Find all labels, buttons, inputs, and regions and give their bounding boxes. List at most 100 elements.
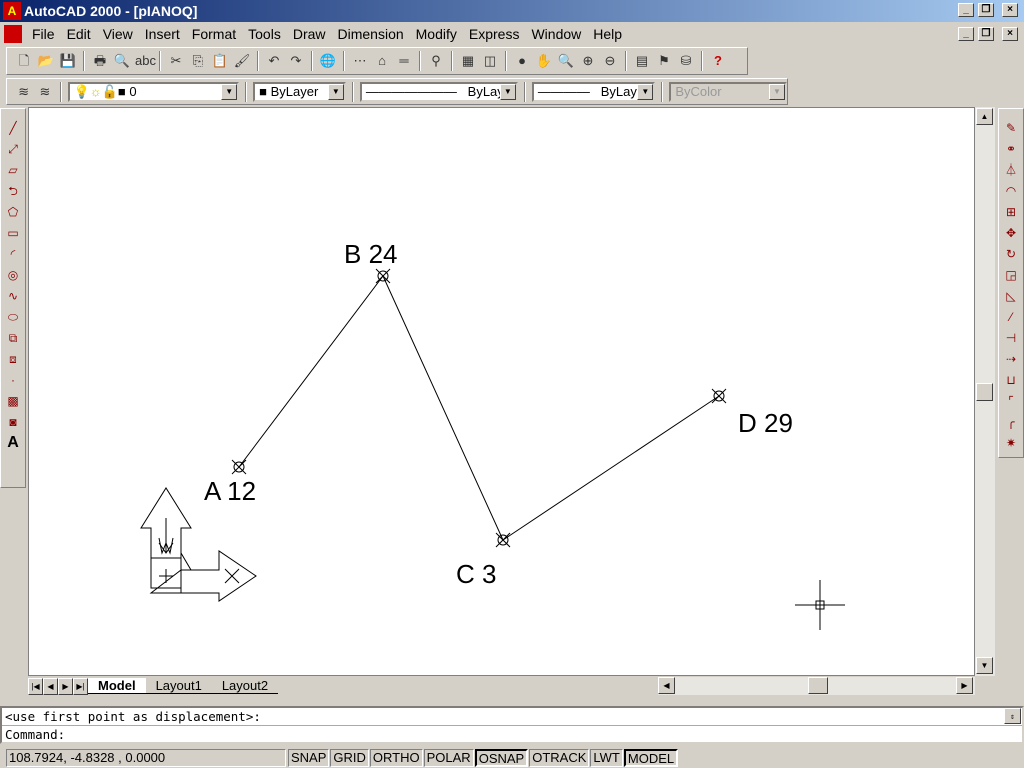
make-block-icon[interactable]: ⧈ [4,350,22,368]
undo-icon[interactable]: ↶ [265,52,283,70]
command-window[interactable]: <use first point as displacement>: Comma… [0,706,1024,744]
region-icon[interactable]: ◙ [4,413,22,431]
open-icon[interactable]: 📂 [37,52,55,70]
drawing-area[interactable]: A 12 B 24 C 3 D 29 [28,107,975,676]
scroll-down-button[interactable]: ▼ [976,657,993,674]
linetype-select[interactable]: ——————— ByLayer ▼ [359,81,518,102]
zoom-realtime-icon[interactable]: 🔍 [557,52,575,70]
line-icon[interactable]: ╱ [4,119,22,137]
layers-icon[interactable]: ≋ [15,83,32,101]
scroll-up-button[interactable]: ▲ [976,108,993,125]
next-tab-button[interactable]: ▶ [58,677,73,695]
move-icon[interactable]: ✥ [1002,224,1020,242]
copy-object-icon[interactable]: ⚭ [1002,140,1020,158]
tracking-icon[interactable]: ⋯ [351,52,369,70]
last-tab-button[interactable]: ▶| [73,677,88,695]
toggle-snap[interactable]: SNAP [288,749,330,767]
doc-minimize-button[interactable]: _ [958,27,974,41]
polygon-icon[interactable]: ⬠ [4,203,22,221]
menu-insert[interactable]: Insert [139,26,186,42]
scroll-left-button[interactable]: ◀ [658,677,675,694]
lineweight-select[interactable]: ———— ByLayer ▼ [531,81,656,102]
construction-line-icon[interactable]: ⤢ [4,140,22,158]
pan-icon[interactable]: ✋ [535,52,553,70]
paste-icon[interactable]: 📋 [211,52,229,70]
chevron-down-icon[interactable]: ▼ [499,83,516,100]
menu-draw[interactable]: Draw [287,26,332,42]
multiline-text-icon[interactable]: A [4,434,22,452]
erase-icon[interactable]: ✎ [1002,119,1020,137]
menu-dimension[interactable]: Dimension [332,26,410,42]
design-center-icon[interactable]: ⚑ [655,52,673,70]
horizontal-scroll-thumb[interactable] [808,677,828,694]
color-select[interactable]: ■ ByLayer ▼ [253,81,346,102]
rectangle-icon[interactable]: ▭ [4,224,22,242]
chevron-down-icon[interactable]: ▼ [637,83,654,100]
menu-edit[interactable]: Edit [61,26,97,42]
array-icon[interactable]: ⊞ [1002,203,1020,221]
menu-file[interactable]: File [26,26,61,42]
insert-block-icon[interactable]: ⌂ [373,52,391,70]
copy-icon[interactable]: ⎘ [189,52,207,70]
cut-icon[interactable]: ✂ [167,52,185,70]
viewports-icon[interactable]: ▦ [459,52,477,70]
extend-icon[interactable]: ⇢ [1002,350,1020,368]
toggle-ortho[interactable]: ORTHO [369,749,423,767]
chevron-down-icon[interactable]: ▼ [221,83,238,100]
polyline[interactable] [238,275,720,541]
node-point[interactable] [711,388,727,404]
redraw-icon[interactable]: ◫ [481,52,499,70]
dbconnect-icon[interactable]: ⛁ [677,52,695,70]
toggle-polar[interactable]: POLAR [423,749,474,767]
fillet-icon[interactable]: ╭ [1002,413,1020,431]
document-icon[interactable] [4,25,22,43]
menu-express[interactable]: Express [463,26,526,42]
break-icon[interactable]: ⊔ [1002,371,1020,389]
command-scroll-icon[interactable]: ⇕ [1004,708,1021,724]
polyline-icon[interactable]: ⮌ [4,182,22,200]
menu-view[interactable]: View [97,26,139,42]
trim-icon[interactable]: ⊣ [1002,329,1020,347]
node-point[interactable] [495,532,511,548]
tab-layout1[interactable]: Layout1 [145,678,212,694]
tab-model[interactable]: Model [88,678,146,694]
lengthen-icon[interactable]: ⁄ [1002,308,1020,326]
chevron-down-icon[interactable]: ▼ [327,83,344,100]
vertical-scrollbar[interactable]: ▲ ▼ [975,107,995,676]
doc-close-button[interactable]: × [1002,27,1018,41]
node-point[interactable] [231,459,247,475]
redo-icon[interactable]: ↷ [287,52,305,70]
rotate-icon[interactable]: ↻ [1002,245,1020,263]
menu-modify[interactable]: Modify [410,26,463,42]
toggle-model[interactable]: MODEL [623,749,679,767]
new-icon[interactable]: 🗋 [15,52,33,70]
first-tab-button[interactable]: |◀ [28,677,43,695]
explode-icon[interactable]: ✷ [1002,434,1020,452]
tab-layout2[interactable]: Layout2 [211,678,279,694]
help-icon[interactable]: ? [709,52,727,70]
toggle-osnap[interactable]: OSNAP [474,749,529,767]
menu-tools[interactable]: Tools [242,26,287,42]
toggle-grid[interactable]: GRID [330,749,369,767]
prev-tab-button[interactable]: ◀ [43,677,58,695]
spline-icon[interactable]: ∿ [4,287,22,305]
multiline-icon[interactable]: ▱ [4,161,22,179]
toggle-lwt[interactable]: LWT [590,749,623,767]
spelling-icon[interactable]: abc [135,52,156,70]
horizontal-scrollbar[interactable]: ◀ ▶ [658,677,975,695]
menu-help[interactable]: Help [587,26,628,42]
doc-restore-button[interactable]: ❐ [978,27,994,41]
toggle-otrack[interactable]: OTRACK [529,749,590,767]
save-icon[interactable]: 💾 [59,52,77,70]
zoom-window-icon[interactable]: ⊕ [579,52,597,70]
insert-block-icon[interactable]: ⧉ [4,329,22,347]
minimize-button[interactable]: _ [958,3,974,17]
command-prompt[interactable]: Command: [2,726,1022,744]
print-preview-icon[interactable]: 🔍 [113,52,131,70]
circle-icon[interactable]: ◎ [4,266,22,284]
offset-icon[interactable]: ◠ [1002,182,1020,200]
ellipse-icon[interactable]: ⬭ [4,308,22,326]
coordinates-display[interactable]: 108.7924, -4.8328 , 0.0000 [6,749,286,767]
vertical-scroll-thumb[interactable] [976,383,993,401]
scale-icon[interactable]: ◲ [1002,266,1020,284]
